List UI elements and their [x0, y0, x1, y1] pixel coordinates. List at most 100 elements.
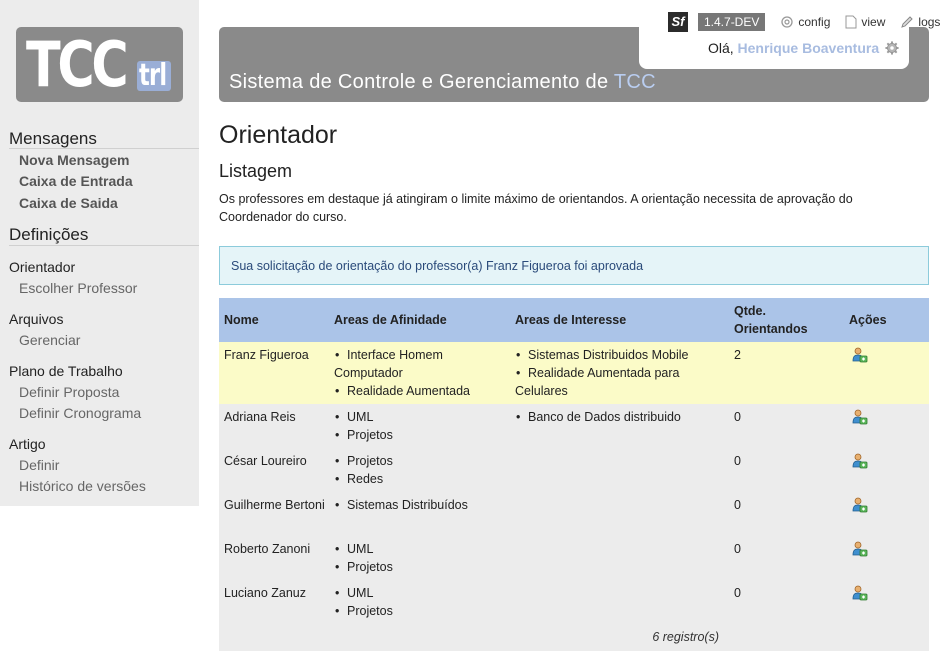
- affinity-areas: • UML • Projetos: [334, 584, 504, 620]
- professor-name: Franz Figueroa: [224, 348, 309, 362]
- debug-toolbar: Sf 1.4.7-DEV config view logs: [668, 12, 940, 32]
- nav-divider: [9, 245, 199, 246]
- document-icon: [845, 15, 857, 29]
- nav-link-nova-mensagem[interactable]: Nova Mensagem: [19, 152, 129, 168]
- list-item: • Sistemas Distribuidos Mobile: [515, 346, 725, 364]
- table-row: César Loureiro • Projetos • Redes 0: [219, 448, 929, 492]
- sidebar: TCC trl Mensagens Nova Mensagem Caixa de…: [0, 0, 199, 506]
- table-row: Luciano Zanuz • UML • Projetos 0: [219, 580, 929, 624]
- table-row: Roberto Zanoni • UML • Projetos 0: [219, 536, 929, 580]
- records-count: 6 registro(s): [652, 630, 719, 644]
- debug-config-label: config: [798, 15, 831, 29]
- list-item: • Projetos: [334, 558, 504, 576]
- list-item-text: Sistemas Distribuídos: [347, 498, 468, 512]
- bullet: •: [335, 428, 340, 442]
- professor-name: Guilherme Bertoni: [224, 498, 325, 512]
- list-item-text: Projetos: [347, 560, 393, 574]
- debug-logs-label: logs: [918, 15, 941, 29]
- nav-link-definir[interactable]: Definir: [19, 457, 59, 473]
- interest-areas: • Sistemas Distribuidos Mobile • Realidade …: [515, 346, 725, 400]
- logo-main-text: TCC: [26, 28, 129, 101]
- add-user-icon[interactable]: [852, 497, 868, 513]
- table-header: Nome Areas de Afinidade Areas de Interes…: [219, 298, 929, 342]
- add-user-icon[interactable]: [852, 585, 868, 601]
- app-title: Sistema de Controle e Gerenciamento de T…: [229, 71, 656, 94]
- list-item-text: Sistemas Distribuidos Mobile: [528, 348, 689, 362]
- success-notice: Sua solicitação de orientação do profess…: [219, 246, 929, 285]
- user-greeting: Olá, Henrique Boaventura: [708, 40, 899, 56]
- list-item: • Redes: [334, 470, 504, 488]
- orientandos-count: 0: [734, 498, 741, 512]
- affinity-areas: • Interface Homem Computador • Realidade Au…: [334, 346, 504, 400]
- affinity-areas: • Projetos • Redes: [334, 452, 504, 488]
- list-item: • UML: [334, 584, 504, 602]
- nav-group-arquivos: Arquivos: [9, 311, 64, 327]
- list-item-text: Realidade Aumentada: [347, 384, 471, 398]
- list-item-text: Realidade Aumentada para Celulares: [515, 366, 680, 398]
- gear-icon[interactable]: [885, 41, 899, 55]
- nav-link-historico-versoes[interactable]: Histórico de versões: [19, 478, 146, 494]
- column-header-areas-afinidade: Areas de Afinidade: [334, 313, 447, 327]
- nav-link-caixa-entrada[interactable]: Caixa de Entrada: [19, 173, 133, 189]
- symfony-logo[interactable]: Sf: [668, 12, 688, 32]
- config-icon: [781, 16, 794, 28]
- bullet: •: [335, 498, 340, 512]
- column-header-qtde-orientandos: Qtde. Orientandos: [734, 304, 808, 336]
- professor-name: Adriana Reis: [224, 410, 296, 424]
- page-title: Orientador: [219, 121, 338, 149]
- pencil-icon: [901, 16, 914, 28]
- nav-link-definir-cronograma[interactable]: Definir Cronograma: [19, 405, 141, 421]
- nav-link-caixa-saida[interactable]: Caixa de Saida: [19, 195, 118, 211]
- bullet: •: [335, 472, 340, 486]
- column-header-nome: Nome: [224, 313, 259, 327]
- add-user-icon[interactable]: [852, 453, 868, 469]
- bullet: •: [335, 454, 340, 468]
- bullet: •: [335, 348, 340, 362]
- list-item: • Interface Homem Computador: [334, 346, 504, 382]
- interest-areas: • Banco de Dados distribuido: [515, 408, 725, 426]
- list-item-text: Banco de Dados distribuido: [528, 410, 681, 424]
- table-row: Franz Figueroa • Interface Homem Computado…: [219, 342, 929, 404]
- logo[interactable]: TCC trl: [16, 27, 183, 102]
- nav-link-definir-proposta[interactable]: Definir Proposta: [19, 384, 119, 400]
- list-item-text: UML: [347, 410, 374, 424]
- list-item: • Realidade Aumentada para Celulares: [515, 364, 725, 400]
- greeting-text: Olá,: [707, 40, 734, 56]
- debug-config-button[interactable]: config: [780, 15, 830, 29]
- column-header-acoes: Ações: [849, 313, 887, 327]
- list-item-text: Interface Homem Computador: [334, 348, 443, 380]
- professors-table: Nome Areas de Afinidade Areas de Interes…: [219, 298, 929, 651]
- professor-name: Roberto Zanoni: [224, 542, 311, 556]
- user-name-link[interactable]: Henrique Boaventura: [738, 40, 880, 56]
- add-user-icon[interactable]: [852, 347, 868, 363]
- bullet: •: [516, 366, 521, 380]
- debug-view-button[interactable]: view: [845, 15, 885, 29]
- list-item: • Realidade Aumentada: [334, 382, 504, 400]
- nav-group-orientador: Orientador: [9, 259, 76, 275]
- table-row: Guilherme Bertoni • Sistemas Distribuídos 0: [219, 492, 929, 536]
- nav-link-escolher-professor[interactable]: Escolher Professor: [19, 280, 137, 296]
- app-title-prefix: Sistema de Controle e Gerenciamento de: [229, 71, 609, 93]
- nav-link-gerenciar[interactable]: Gerenciar: [19, 332, 80, 348]
- add-user-icon[interactable]: [852, 541, 868, 557]
- nav-group-plano-trabalho: Plano de Trabalho: [9, 363, 123, 379]
- bullet: •: [335, 604, 340, 618]
- add-user-icon[interactable]: [852, 409, 868, 425]
- debug-logs-button[interactable]: logs: [900, 15, 940, 29]
- orientandos-count: 0: [734, 454, 741, 468]
- logo-suffix-text: trl: [139, 58, 167, 93]
- page-subtitle: Listagem: [219, 161, 293, 181]
- table-row: Adriana Reis • UML • Projetos • Banco de Dados…: [219, 404, 929, 448]
- list-item-text: UML: [347, 586, 374, 600]
- affinity-areas: • UML • Projetos: [334, 540, 504, 576]
- list-item: • Banco de Dados distribuido: [515, 408, 725, 426]
- app-title-accent: TCC: [613, 71, 656, 93]
- orientandos-count: 2: [734, 348, 741, 362]
- list-item-text: Projetos: [347, 454, 393, 468]
- orientandos-count: 0: [734, 542, 741, 556]
- list-item: • Sistemas Distribuídos: [334, 496, 504, 514]
- list-item-text: UML: [347, 542, 374, 556]
- orientandos-count: 0: [734, 586, 741, 600]
- bullet: •: [516, 348, 521, 362]
- affinity-areas: • Sistemas Distribuídos: [334, 496, 504, 514]
